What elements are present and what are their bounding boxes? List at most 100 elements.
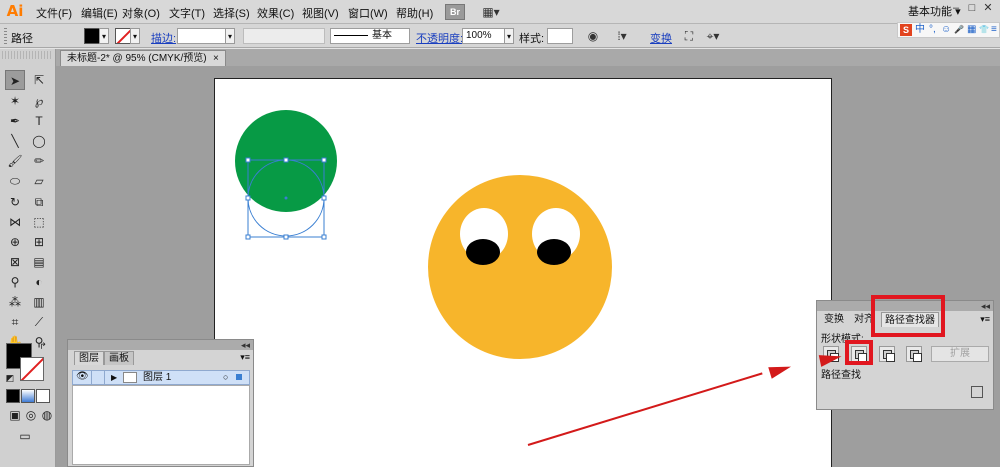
tab-transform[interactable]: 变换 [821, 312, 847, 327]
perspective-grid-tool-icon[interactable]: ⊞ [29, 232, 49, 252]
selection-indicator-icon[interactable] [236, 374, 242, 380]
ime-keyboard-icon[interactable]: ▦ [967, 23, 976, 37]
align-to-icon[interactable]: ⁞▾ [614, 28, 630, 44]
menu-file[interactable]: 文件(F) [36, 5, 72, 21]
none-mode-icon[interactable] [36, 389, 50, 403]
document-title: 未标题-2* @ 95% (CMYK/预览) [67, 53, 207, 64]
brush-definition[interactable]: 基本 [330, 28, 410, 44]
shape-builder-tool-icon[interactable]: ⊕ [5, 232, 25, 252]
bridge-button[interactable]: Br [445, 4, 465, 20]
ime-punctuation-icon[interactable]: °, [929, 23, 936, 37]
stroke-link[interactable]: 描边: [151, 30, 176, 46]
document-tab[interactable]: 未标题-2* @ 95% (CMYK/预览) × [60, 50, 226, 66]
type-tool-icon[interactable]: T [29, 111, 49, 131]
collapse-icon[interactable]: ◂◂ [241, 340, 250, 350]
layer-name[interactable]: 图层 1 [143, 371, 171, 384]
ellipse-tool-icon[interactable]: ◯ [29, 131, 49, 151]
menu-help[interactable]: 帮助(H) [396, 5, 433, 21]
fill-color-swatch[interactable] [84, 28, 100, 44]
gradient-mode-icon[interactable] [21, 389, 35, 403]
stroke-color-box[interactable] [20, 357, 44, 381]
panel-menu-icon[interactable]: ▾≡ [980, 314, 990, 325]
arrange-icon[interactable]: ⌖▾ [705, 28, 721, 44]
blob-brush-tool-icon[interactable]: ⬭ [5, 171, 25, 191]
arrange-documents-icon[interactable]: ▦▾ [480, 4, 502, 20]
menu-type[interactable]: 文字(T) [169, 5, 205, 21]
ime-menu-icon[interactable]: ≡ [991, 23, 997, 37]
minus-front-highlight [845, 340, 873, 365]
close-button[interactable]: ✕ [980, 0, 996, 16]
brush-label: 基本 [372, 30, 392, 41]
menu-view[interactable]: 视图(V) [302, 5, 339, 21]
stroke-color-swatch[interactable] [115, 28, 131, 44]
ime-emoji-icon[interactable]: ☺ [941, 23, 951, 37]
artboard[interactable] [214, 78, 832, 467]
pencil-tool-icon[interactable]: ✏ [29, 151, 49, 171]
restore-button[interactable]: □ [964, 0, 980, 16]
column-graph-tool-icon[interactable]: ▥ [29, 292, 49, 312]
fill-dropdown-icon[interactable]: ▾ [99, 28, 109, 44]
artboard-tool-icon[interactable]: ⌗ [5, 312, 25, 332]
lock-toggle[interactable] [91, 371, 105, 384]
no-stroke-icon [116, 29, 130, 43]
color-mode-icon[interactable] [6, 389, 20, 403]
center-point [284, 196, 288, 200]
expand-triangle-icon[interactable]: ▶ [111, 371, 117, 384]
ime-skin-icon[interactable]: 👕 [979, 23, 989, 37]
gradient-tool-icon[interactable]: ▤ [29, 252, 49, 272]
scale-tool-icon[interactable]: ⧉ [29, 192, 49, 212]
opacity-link[interactable]: 不透明度: [416, 30, 463, 46]
trap-button[interactable] [971, 386, 983, 398]
ime-voice-icon[interactable]: 🎤 [954, 23, 964, 37]
line-tool-icon[interactable]: ╲ [5, 131, 25, 151]
menu-select[interactable]: 选择(S) [213, 5, 250, 21]
exclude-button[interactable] [906, 346, 922, 362]
orange-face[interactable] [428, 175, 612, 359]
ime-lang[interactable]: 中 [915, 23, 925, 37]
variable-width-profile[interactable] [243, 28, 325, 44]
stroke-dropdown-icon[interactable]: ▾ [130, 28, 140, 44]
panel-menu-icon[interactable]: ▾≡ [240, 352, 250, 363]
visibility-eye-icon[interactable]: 👁 [76, 371, 89, 382]
eyedropper-tool-icon[interactable]: ⚲ [5, 272, 25, 292]
tab-artboards[interactable]: 画板 [104, 351, 134, 365]
magic-wand-tool-icon[interactable]: ✶ [5, 91, 25, 111]
layer-row[interactable]: 👁 ▶ 图层 1 ○ [72, 370, 250, 385]
menu-effect[interactable]: 效果(C) [257, 5, 294, 21]
pen-tool-icon[interactable]: ✒ [5, 111, 25, 131]
stroke-weight-dropdown-icon[interactable]: ▾ [225, 28, 235, 44]
selection-tool-icon[interactable]: ➤ [5, 70, 25, 90]
close-icon[interactable]: × [213, 51, 219, 66]
opacity-dropdown-icon[interactable]: ▾ [504, 28, 514, 44]
tab-layers[interactable]: 图层 [74, 351, 104, 365]
isolate-icon[interactable]: ⛶ [681, 28, 697, 44]
symbol-sprayer-tool-icon[interactable]: ⁂ [5, 292, 25, 312]
slice-tool-icon[interactable]: ⟋ [29, 312, 49, 332]
minimize-button[interactable]: – [948, 0, 964, 16]
draw-inside-icon[interactable]: ◍ [37, 405, 57, 425]
collapse-icon[interactable]: ◂◂ [981, 301, 990, 311]
target-circle-icon[interactable]: ○ [223, 371, 228, 384]
menu-object[interactable]: 对象(O) [122, 5, 160, 21]
recolor-artwork-icon[interactable]: ◉ [585, 28, 601, 44]
eraser-tool-icon[interactable]: ▱ [29, 171, 49, 191]
menu-window[interactable]: 窗口(W) [348, 5, 388, 21]
right-pupil[interactable] [537, 239, 571, 265]
width-tool-icon[interactable]: ⋈ [5, 212, 25, 232]
default-colors-icon[interactable]: ◩ [3, 371, 17, 385]
rotate-tool-icon[interactable]: ↻ [5, 192, 25, 212]
blend-tool-icon[interactable]: ◐ [29, 272, 49, 292]
expand-button[interactable]: 扩展 [931, 346, 989, 362]
left-pupil[interactable] [466, 239, 500, 265]
screen-mode-icon[interactable]: ▭ [15, 426, 35, 446]
paintbrush-tool-icon[interactable]: 🖌 [5, 151, 25, 171]
free-transform-tool-icon[interactable]: ⬚ [29, 212, 49, 232]
swap-fill-stroke-icon[interactable]: ↱ [36, 339, 50, 353]
direct-selection-tool-icon[interactable]: ⇱ [29, 70, 49, 90]
intersect-button[interactable] [879, 346, 895, 362]
graphic-style-swatch[interactable] [547, 28, 573, 44]
mesh-tool-icon[interactable]: ⊠ [5, 252, 25, 272]
menu-edit[interactable]: 编辑(E) [81, 5, 118, 21]
lasso-tool-icon[interactable]: ℘ [29, 91, 49, 111]
transform-link[interactable]: 变换 [650, 30, 672, 46]
